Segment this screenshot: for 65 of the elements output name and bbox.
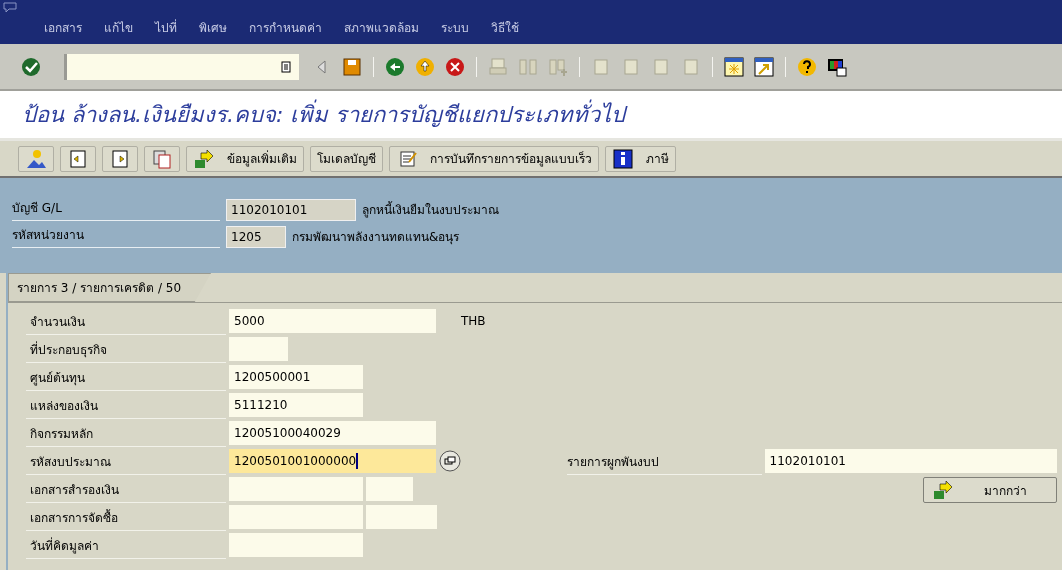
help-icon[interactable] [796,55,818,78]
menu-item[interactable]: วิธีใช้ [491,18,519,37]
menu-item[interactable]: เอกสาร [44,18,82,37]
input-field[interactable]: 12005100040029 [229,421,436,445]
field-label: จำนวนเงิน [26,307,226,335]
command-field[interactable] [64,53,299,80]
arrow-icon[interactable] [931,479,954,501]
field-label: เอกสารสำรองเงิน [26,475,226,503]
new-session-icon[interactable] [723,55,745,78]
input-field[interactable]: 1102010101 [764,449,1057,473]
field-label: ศูนย์ต้นทุน [26,363,226,391]
field-label: ที่ประกอบธุรกิจ [26,335,226,363]
menu-item[interactable]: การกำหนดค่า [249,18,322,37]
info-icon[interactable] [612,147,634,170]
toolbar-button[interactable]: โมเดลบัญชี [310,145,383,172]
toolbar-button[interactable]: ข้อมูลเพิ่มเติม [186,145,304,172]
toolbar-button[interactable] [60,145,96,172]
input-field[interactable]: 5000 [229,309,436,333]
input-field[interactable] [229,505,363,529]
readonly-field: 1205 [226,225,286,248]
field-label: รหัสงบประมาณ [26,447,226,475]
input-field[interactable] [229,533,363,557]
menu-item[interactable]: ระบบ [441,18,469,37]
tab[interactable]: รายการ 3 / รายการเครดิต / 50 [8,273,212,302]
input-field[interactable] [229,337,288,361]
screen-title: ป้อน ล้างลน.เงินยืมงร.คบจ: เพิ่ม รายการบัญชีแยกประเภททั่วไป [22,97,626,132]
more-button[interactable]: มากกว่า [922,477,1057,503]
toolbar-button[interactable]: การบันทึกรายการข้อมูลแบบเร็ว [389,145,599,172]
window-menu-icon[interactable] [3,2,17,14]
copy-icon[interactable] [151,147,173,170]
back-icon[interactable] [384,55,406,78]
field-description: ลูกหนี้เงินยืมในงบประมาณ [362,200,499,219]
text-cursor [356,453,359,469]
history-icon[interactable] [281,60,291,73]
menu-item[interactable]: พิเศษ [199,18,227,37]
input-field[interactable]: 1200501001000000 [229,449,436,473]
input-field[interactable]: 1200500001 [229,365,363,389]
input-field[interactable] [229,477,363,501]
arrow-icon[interactable] [193,147,215,170]
check-icon[interactable] [20,55,42,78]
field-description: กรมพัฒนาพลังงานทดแทน&อนุร [292,229,460,246]
menu-item[interactable]: แก้ไข [104,18,133,37]
toolbar-button[interactable] [102,145,138,172]
toolbar-button[interactable] [18,145,54,172]
input-field[interactable]: 5111210 [229,393,363,417]
popup-window-icon[interactable] [439,450,461,472]
cancel-icon[interactable] [444,55,466,78]
readonly-field: 1102010101 [226,198,356,221]
field-label: วันที่คิดมูลค่า [26,531,226,559]
toolbar-button[interactable]: ภาษี [605,145,676,172]
landscape-icon[interactable] [25,147,47,170]
menu-item[interactable]: สภาพแวดล้อม [344,18,419,37]
toolbar-button[interactable] [144,145,180,172]
shortcut-icon[interactable] [753,55,775,78]
save-icon[interactable] [341,55,363,78]
field-label: บัญชี G/L [12,198,220,221]
input-field[interactable] [366,477,413,501]
field-label: รายการผูกพันงบป [566,447,762,475]
currency-unit: THB [461,314,486,328]
field-label: เอกสารการจัดซื้อ [26,503,226,531]
field-label: กิจกรรมหลัก [26,419,226,447]
menu-item[interactable]: ไปที่ [155,18,177,37]
field-label: แหล่งของเงิน [26,391,226,419]
input-field[interactable] [366,505,437,529]
field-label: รหัสหน่วยงาน [12,225,220,248]
